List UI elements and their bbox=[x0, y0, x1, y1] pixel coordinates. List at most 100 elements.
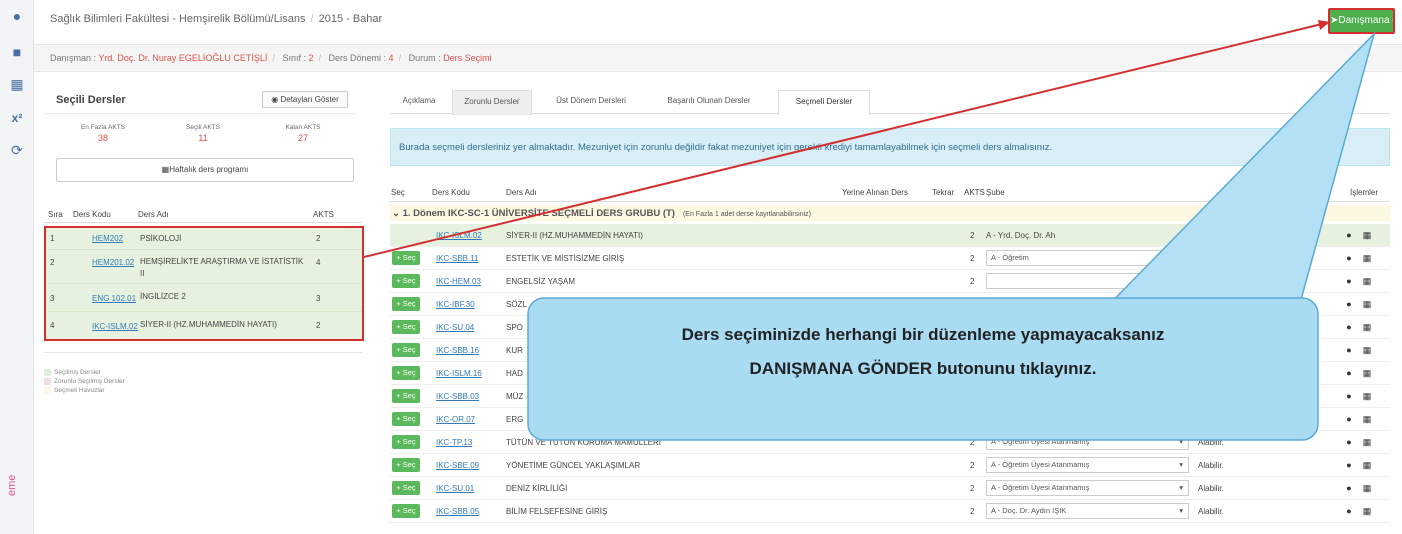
course-code-link[interactable]: IKC-ISLM.02 bbox=[436, 231, 482, 240]
select-course-button[interactable]: + Seç bbox=[392, 481, 420, 495]
course-code-link[interactable]: IKC-SU.04 bbox=[436, 323, 474, 332]
select-course-button[interactable]: + Seç bbox=[392, 412, 420, 426]
course-code-link[interactable]: IKC-TP.13 bbox=[436, 438, 472, 447]
calendar-icon[interactable]: ▦ bbox=[1360, 366, 1374, 380]
calendar-icon[interactable]: ▦ bbox=[1360, 343, 1374, 357]
formula-icon[interactable]: x² bbox=[9, 110, 25, 126]
table-row[interactable]: + Seç IKC-SBB.05 BİLİM FELSEFESİNE GİRİŞ 2 A… bbox=[390, 500, 1390, 523]
info-icon[interactable]: ● bbox=[1342, 228, 1356, 242]
breadcrumb-term[interactable]: 2015 - Bahar bbox=[319, 13, 383, 25]
eligibility-status: Alabilir. bbox=[1198, 507, 1224, 516]
course-code-link[interactable]: IKC-SBB.16 bbox=[436, 346, 479, 355]
branch-select[interactable]: A - Öğretim ▾ bbox=[986, 250, 1189, 266]
table-row[interactable]: IKC-ISLM.02 SİYER-II (HZ.MUHAMMEDİN HAYAT… bbox=[390, 224, 1390, 247]
info-icon[interactable]: ● bbox=[1342, 481, 1356, 495]
info-icon[interactable]: ● bbox=[1342, 251, 1356, 265]
branch-select[interactable]: ▾ bbox=[986, 273, 1189, 289]
calendar-icon[interactable]: ▦ bbox=[1360, 412, 1374, 426]
calendar-icon[interactable]: ▦ bbox=[1360, 504, 1374, 518]
course-code-link[interactable]: IKC-SBB.05 bbox=[436, 507, 479, 516]
select-course-button[interactable]: + Seç bbox=[392, 320, 420, 334]
calendar-icon[interactable]: ▦ bbox=[1360, 297, 1374, 311]
table-row[interactable]: + Seç IKC-SU.01 DENİZ KİRLİLİĞİ 2 A - Öğreti… bbox=[390, 477, 1390, 500]
select-course-button[interactable]: + Seç bbox=[392, 343, 420, 357]
table-row[interactable]: 3 ENG 102.01 İNGİLİZCE 2 3 bbox=[48, 284, 362, 312]
course-name: TÜTÜN VE TÜTÜN KORUMA MAMULLERİ bbox=[506, 438, 661, 447]
course-code-link[interactable]: HEM201.02 bbox=[92, 258, 134, 267]
eye-icon: ◉ bbox=[271, 95, 279, 104]
send-to-advisor-button[interactable]: ➤Danışmana Gönder bbox=[1328, 8, 1395, 34]
course-name: SİYER-II (HZ.MUHAMMEDİN HAYATI) bbox=[506, 231, 643, 240]
branch-select[interactable]: A - Öğretim Üyesi Atanmamış ▾ bbox=[986, 480, 1189, 496]
select-course-button[interactable]: + Seç bbox=[392, 504, 420, 518]
tab-upper-term[interactable]: Üst Dönem Dersleri bbox=[540, 90, 642, 115]
calendar-icon[interactable]: ▦ bbox=[1360, 389, 1374, 403]
table-row[interactable]: + Seç IKC-IBF.30 SÖZL ● ▦ bbox=[390, 293, 1390, 316]
table-row[interactable]: + Seç IKC-HEM.03 ENGELSİZ YAŞAM 2 ▾ Alabilir.… bbox=[390, 270, 1390, 293]
course-akts: 2 bbox=[970, 507, 975, 516]
course-code-link[interactable]: IKC-OR.07 bbox=[436, 415, 475, 424]
select-course-button[interactable]: + Seç bbox=[392, 366, 420, 380]
user-icon[interactable]: ● bbox=[9, 8, 25, 24]
calendar-icon[interactable]: ▦ bbox=[1360, 435, 1374, 449]
select-course-button[interactable]: + Seç bbox=[392, 251, 420, 265]
table-row[interactable]: + Seç IKC-TP.13 TÜTÜN VE TÜTÜN KORUMA MAMU… bbox=[390, 431, 1390, 454]
select-course-button[interactable]: + Seç bbox=[392, 274, 420, 288]
course-code-link[interactable]: IKC-SBB.11 bbox=[436, 254, 479, 263]
course-code-link[interactable]: IKC-ISLM.02 bbox=[92, 322, 138, 331]
table-row[interactable]: 1 HEM202 PSİKOLOJİ 2 bbox=[48, 228, 362, 250]
info-icon[interactable]: ● bbox=[1342, 320, 1356, 334]
weekly-schedule-button[interactable]: ▦Haftalık ders programı bbox=[56, 158, 354, 182]
branch-select[interactable]: A - Doç. Dr. Aydın IŞIK ▾ bbox=[986, 503, 1189, 519]
info-icon[interactable]: ● bbox=[1342, 458, 1356, 472]
calendar-icon[interactable]: ▦ bbox=[1360, 320, 1374, 334]
course-akts: 2 bbox=[970, 461, 975, 470]
select-course-button[interactable]: + Seç bbox=[392, 435, 420, 449]
table-row[interactable]: + Seç IKC-SBB.03 MÜZ ● ▦ bbox=[390, 385, 1390, 408]
elective-group-header[interactable]: ⌄ 1. Dönem IKC-SC-1 ÜNİVERSİTE SEÇMELİ D… bbox=[390, 205, 1390, 221]
info-icon[interactable]: ● bbox=[1342, 274, 1356, 288]
tab-electives[interactable]: Seçmeli Dersler bbox=[778, 90, 870, 115]
course-code-link[interactable]: IKC-SU.01 bbox=[436, 484, 474, 493]
select-course-button[interactable]: + Seç bbox=[392, 458, 420, 472]
legend-item: Zorunlu Seçilmiş Dersler bbox=[44, 377, 125, 386]
branch-select[interactable]: A - Öğretim Üyesi Atanmamış ▾ bbox=[986, 434, 1189, 450]
course-code-link[interactable]: IKC-SBB.03 bbox=[436, 392, 479, 401]
course-code-link[interactable]: IKC-ISLM.16 bbox=[436, 369, 482, 378]
info-icon[interactable]: ● bbox=[1342, 343, 1356, 357]
calendar-icon[interactable]: ▦ bbox=[1360, 274, 1374, 288]
select-course-button[interactable]: + Seç bbox=[392, 297, 420, 311]
show-details-button[interactable]: ◉ Detayları Göster bbox=[262, 91, 348, 108]
table-row[interactable]: 2 HEM201.02 HEMŞİRELİKTE ARAŞTIRMA VE İS… bbox=[48, 250, 362, 284]
col-name: Ders Adı bbox=[138, 210, 169, 219]
branch-select[interactable]: A - Öğretim Üyesi Atanmamış ▾ bbox=[986, 457, 1189, 473]
breadcrumb-faculty[interactable]: Sağlık Bilimleri Fakültesi - Hemşirelik … bbox=[50, 13, 306, 25]
col-akts: AKTS bbox=[313, 210, 334, 219]
info-icon[interactable]: ● bbox=[1342, 435, 1356, 449]
table-row[interactable]: + Seç IKC-OR.07 ERG ● ▦ bbox=[390, 408, 1390, 431]
calendar-icon[interactable]: ▦ bbox=[1360, 481, 1374, 495]
tab-passed[interactable]: Başarılı Olunan Dersler bbox=[648, 90, 770, 115]
table-row[interactable]: + Seç IKC-SBB.11 ESTETİK VE MİSTİSİZME GİR… bbox=[390, 247, 1390, 270]
table-row[interactable]: + Seç IKC-SBE.09 YÖNETİME GÜNCEL YAKLAŞIML… bbox=[390, 454, 1390, 477]
info-icon[interactable]: ● bbox=[1342, 504, 1356, 518]
tab-required[interactable]: Zorunlu Dersler bbox=[452, 90, 532, 115]
info-icon[interactable]: ● bbox=[1342, 412, 1356, 426]
course-code-link[interactable]: HEM202 bbox=[92, 234, 123, 243]
book-icon[interactable]: ■ bbox=[9, 44, 25, 60]
info-icon[interactable]: ● bbox=[1342, 366, 1356, 380]
course-code-link[interactable]: IKC-SBE.09 bbox=[436, 461, 479, 470]
tab-description[interactable]: Açıklama bbox=[390, 90, 448, 115]
calendar-icon[interactable]: ▦ bbox=[1360, 251, 1374, 265]
select-course-button[interactable]: + Seç bbox=[392, 389, 420, 403]
info-icon[interactable]: ● bbox=[1342, 297, 1356, 311]
calendar-icon[interactable]: ▦ bbox=[9, 76, 25, 92]
course-code-link[interactable]: ENG 102.01 bbox=[92, 294, 136, 303]
course-code-link[interactable]: IKC-IBF.30 bbox=[436, 300, 475, 309]
calendar-icon[interactable]: ▦ bbox=[1360, 228, 1374, 242]
calendar-icon[interactable]: ▦ bbox=[1360, 458, 1374, 472]
refresh-icon[interactable]: ⟳ bbox=[9, 142, 25, 158]
table-row[interactable]: 4 IKC-ISLM.02 SİYER-II (HZ.MUHAMMEDİN HA… bbox=[48, 312, 362, 339]
info-icon[interactable]: ● bbox=[1342, 389, 1356, 403]
course-code-link[interactable]: IKC-HEM.03 bbox=[436, 277, 481, 286]
